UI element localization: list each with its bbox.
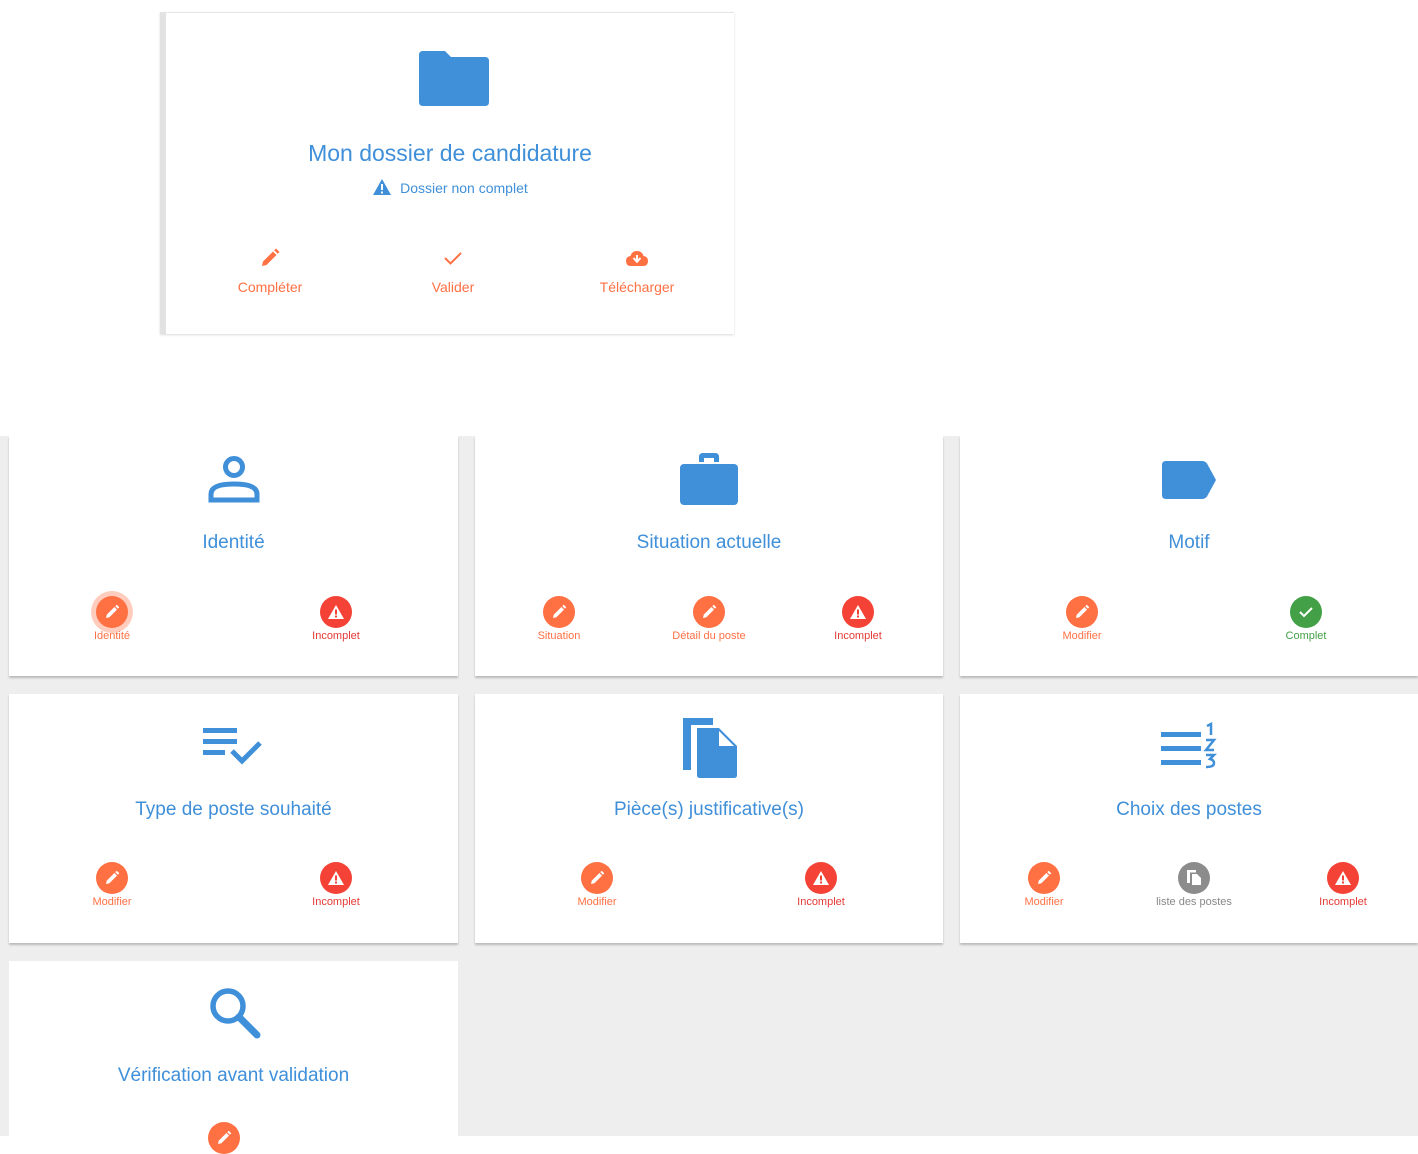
- edit-position-choice-button[interactable]: Modifier: [984, 862, 1104, 909]
- status-incomplete-button[interactable]: Incomplet: [276, 596, 396, 643]
- action-label: Incomplet: [1319, 896, 1367, 908]
- file-copy-icon: [475, 714, 943, 780]
- section-title: Vérification avant validation: [117, 1065, 350, 1086]
- action-label: Incomplet: [797, 896, 845, 908]
- pencil-icon: [96, 596, 128, 628]
- check-icon: [1290, 596, 1322, 628]
- dossier-status-text: Dossier non complet: [400, 180, 528, 196]
- warning-icon: [320, 596, 352, 628]
- action-label: Incomplet: [312, 630, 360, 642]
- section-card-motive: Motif Modifier Complet: [960, 436, 1418, 676]
- playlist-check-icon: [9, 726, 458, 772]
- warning-icon: [805, 862, 837, 894]
- status-complete-button[interactable]: Complet: [1246, 596, 1366, 643]
- dossier-status: Dossier non complet: [166, 178, 734, 196]
- verify-button[interactable]: [164, 1122, 284, 1154]
- warning-icon: [372, 179, 400, 196]
- section-title: Motif: [1168, 532, 1210, 553]
- dossier-card: Mon dossier de candidature Dossier non c…: [160, 12, 734, 334]
- action-label: Identité: [93, 630, 131, 642]
- action-label: Incomplet: [834, 630, 882, 642]
- edit-motive-button[interactable]: Modifier: [1022, 596, 1142, 643]
- section-title: Choix des postes: [1116, 799, 1262, 820]
- briefcase-icon: [475, 452, 943, 506]
- status-incomplete-button[interactable]: Incomplet: [276, 862, 396, 909]
- edit-position-detail-button[interactable]: Détail du poste: [649, 596, 769, 643]
- edit-identity-button[interactable]: Identité: [52, 596, 172, 643]
- edit-situation-button[interactable]: Situation: [499, 596, 619, 643]
- download-button[interactable]: Télécharger: [567, 245, 707, 295]
- action-label: liste des postes: [1156, 896, 1232, 908]
- section-card-supporting-documents: Pièce(s) justificative(s) Modifier Incom…: [475, 694, 943, 943]
- position-list-button[interactable]: liste des postes: [1134, 862, 1254, 909]
- download-label: Télécharger: [599, 279, 675, 295]
- check-icon: [383, 245, 523, 271]
- section-title: Situation actuelle: [636, 532, 782, 553]
- validate-button[interactable]: Valider: [383, 245, 523, 295]
- action-label: Modifier: [577, 896, 617, 908]
- section-title: Pièce(s) justificative(s): [613, 799, 805, 820]
- section-card-position-type: Type de poste souhaité Modifier Incomple…: [9, 694, 458, 943]
- ordered-list-icon: [960, 722, 1418, 772]
- dossier-title: Mon dossier de candidature: [308, 140, 592, 166]
- warning-icon: [842, 596, 874, 628]
- person-icon: [9, 456, 458, 504]
- pencil-icon: [1028, 862, 1060, 894]
- action-label: Modifier: [1024, 896, 1064, 908]
- section-card-position-choice: Choix des postes Modifier liste des post…: [960, 694, 1418, 943]
- folder-icon: [418, 49, 490, 112]
- pencil-icon: [581, 862, 613, 894]
- file-copy-icon: [1178, 862, 1210, 894]
- pencil-icon: [208, 1122, 240, 1154]
- action-label: Situation: [537, 630, 581, 642]
- cloud-download-icon: [567, 245, 707, 271]
- status-incomplete-button[interactable]: Incomplet: [1283, 862, 1403, 909]
- section-card-current-situation: Situation actuelle Situation Détail du p…: [475, 436, 943, 676]
- status-incomplete-button[interactable]: Incomplet: [798, 596, 918, 643]
- pencil-icon: [1066, 596, 1098, 628]
- pencil-icon: [200, 245, 340, 271]
- search-icon: [9, 985, 458, 1039]
- warning-icon: [1327, 862, 1359, 894]
- validate-label: Valider: [431, 279, 475, 295]
- edit-documents-button[interactable]: Modifier: [537, 862, 657, 909]
- edit-position-type-button[interactable]: Modifier: [52, 862, 172, 909]
- action-label: Modifier: [1062, 630, 1102, 642]
- complete-button[interactable]: Compléter: [200, 245, 340, 295]
- section-title: Identité: [202, 532, 265, 553]
- action-label: Modifier: [92, 896, 132, 908]
- pencil-icon: [693, 596, 725, 628]
- section-card-verification: Vérification avant validation: [9, 961, 458, 1154]
- action-label: Complet: [1285, 630, 1327, 642]
- action-label: Détail du poste: [672, 630, 746, 642]
- section-card-identity: Identité Identité Incomplet: [9, 436, 458, 676]
- status-incomplete-button[interactable]: Incomplet: [761, 862, 881, 909]
- pencil-icon: [543, 596, 575, 628]
- warning-icon: [320, 862, 352, 894]
- complete-label: Compléter: [237, 279, 303, 295]
- section-title: Type de poste souhaité: [135, 799, 332, 820]
- pencil-icon: [96, 862, 128, 894]
- label-icon: [960, 460, 1418, 500]
- action-label: Incomplet: [312, 896, 360, 908]
